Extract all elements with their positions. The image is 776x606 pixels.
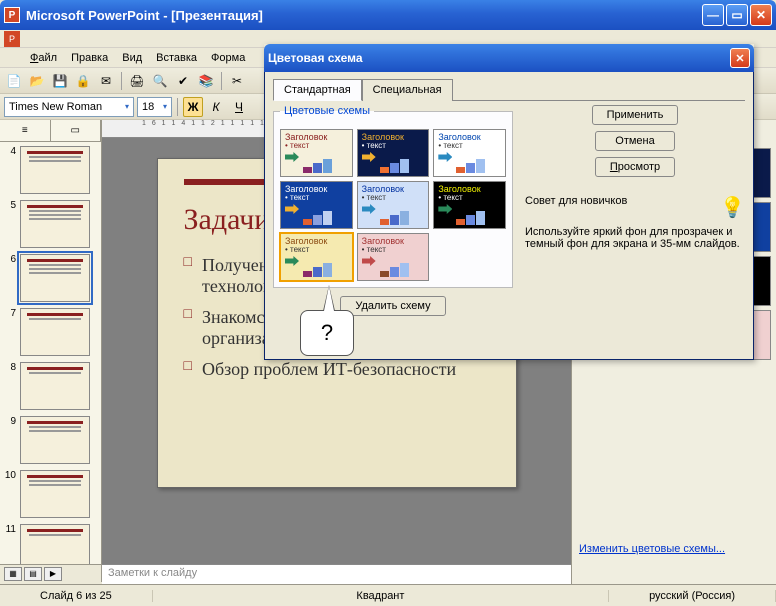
edit-schemes-link[interactable]: Изменить цветовые схемы...	[575, 537, 773, 561]
scheme-swatch-6[interactable]: Заголовок• текст	[433, 181, 506, 229]
scheme-swatch-8[interactable]: Заголовок• текст	[357, 233, 430, 281]
powerpoint-icon: P	[4, 7, 20, 23]
thumb-num: 5	[4, 200, 16, 211]
thumb-num: 7	[4, 308, 16, 319]
slide-thumb-8[interactable]	[20, 362, 90, 410]
minimize-button[interactable]: —	[702, 4, 724, 26]
slide-thumb-7[interactable]	[20, 308, 90, 356]
thumb-num: 10	[4, 470, 16, 481]
thumb-num: 4	[4, 146, 16, 157]
status-slide-num: Слайд 6 из 25	[0, 590, 153, 602]
scheme-swatch-1[interactable]: Заголовок• текст	[280, 129, 353, 177]
status-bar: Слайд 6 из 25 Квадрант русский (Россия)	[0, 584, 776, 606]
thumb-num: 9	[4, 416, 16, 427]
menu-file[interactable]: ФФайлайл	[24, 50, 63, 66]
thumb-num: 11	[4, 524, 16, 535]
slide-thumb-4[interactable]	[20, 146, 90, 194]
status-language: русский (Россия)	[609, 590, 776, 602]
maximize-button[interactable]: ▭	[726, 4, 748, 26]
italic-button[interactable]: К	[206, 97, 226, 117]
scheme-swatch-7[interactable]: Заголовок• текст	[280, 233, 353, 281]
outline-pane: ≡ ▭ 4 5 6 7 8 9 10 11	[0, 120, 102, 564]
spell-icon[interactable]: ✔	[173, 71, 193, 91]
scheme-swatch-5[interactable]: Заголовок• текст	[357, 181, 430, 229]
slide-thumb-5[interactable]	[20, 200, 90, 248]
apply-button[interactable]: Применить	[592, 105, 679, 125]
slide-thumb-6[interactable]	[20, 254, 90, 302]
callout-question-mark: ?	[321, 320, 333, 346]
slideshow-view-icon[interactable]: ▶	[44, 567, 62, 581]
callout-bubble: ?	[300, 310, 354, 356]
help-callout: ?	[300, 310, 354, 356]
underline-button[interactable]: Ч	[229, 97, 249, 117]
window-titlebar: P Microsoft PowerPoint - [Презентация] —…	[0, 0, 776, 30]
cut-icon[interactable]: ✂	[227, 71, 247, 91]
menu-insert[interactable]: Вставка	[150, 50, 203, 66]
new-icon[interactable]: 📄	[4, 71, 24, 91]
scheme-swatch-3[interactable]: Заголовок• текст	[433, 129, 506, 177]
window-title: Microsoft PowerPoint - [Презентация]	[26, 8, 702, 23]
document-icon: P	[4, 31, 20, 47]
dialog-title-text: Цветовая схема	[268, 51, 363, 65]
tip-body: Используйте яркий фон для прозрачек и те…	[525, 226, 745, 250]
slide-thumb-11[interactable]	[20, 524, 90, 564]
schemes-fieldset: Цветовые схемы Заголовок• текст Заголово…	[273, 105, 513, 288]
tab-standard[interactable]: Стандартная	[273, 79, 362, 101]
scheme-swatch-4[interactable]: Заголовок• текст	[280, 181, 353, 229]
thumb-num: 8	[4, 362, 16, 373]
font-size-select[interactable]: 18▾	[137, 97, 172, 117]
schemes-legend: Цветовые схемы	[280, 105, 374, 117]
slide-thumb-9[interactable]	[20, 416, 90, 464]
preview-button[interactable]: Просмотр	[595, 157, 675, 177]
slide-bullet-3[interactable]: Обзор проблем ИТ-безопасности	[184, 359, 490, 380]
slide-thumbnails[interactable]: 4 5 6 7 8 9 10 11	[0, 142, 101, 564]
cancel-button[interactable]: Отмена	[595, 131, 675, 151]
thumb-num: 6	[4, 254, 16, 265]
research-icon[interactable]: 📚	[196, 71, 216, 91]
status-layout: Квадрант	[153, 590, 609, 602]
tip-heading: Совет для новичков	[525, 195, 627, 207]
dialog-close-button[interactable]: ✕	[730, 48, 750, 68]
preview-icon[interactable]: 🔍	[150, 71, 170, 91]
notes-pane[interactable]: Заметки к слайду	[102, 564, 571, 584]
tab-slides[interactable]: ▭	[51, 120, 102, 141]
menu-edit[interactable]: Правка	[65, 50, 114, 66]
tab-custom[interactable]: Специальная	[362, 79, 453, 101]
mail-icon[interactable]: ✉	[96, 71, 116, 91]
save-icon[interactable]: 💾	[50, 71, 70, 91]
scheme-swatch-2[interactable]: Заголовок• текст	[357, 129, 430, 177]
print-icon[interactable]: 🖨	[127, 71, 147, 91]
delete-scheme-button[interactable]: Удалить схему	[340, 296, 445, 316]
dialog-titlebar[interactable]: Цветовая схема ✕	[264, 44, 754, 72]
menu-format[interactable]: Форма	[205, 50, 251, 66]
font-family-select[interactable]: Times New Roman▾	[4, 97, 134, 117]
tab-outline[interactable]: ≡	[0, 120, 51, 141]
close-button[interactable]: ✕	[750, 4, 772, 26]
slide-thumb-10[interactable]	[20, 470, 90, 518]
normal-view-icon[interactable]: ▦	[4, 567, 22, 581]
bold-button[interactable]: Ж	[183, 97, 203, 117]
permission-icon[interactable]: 🔒	[73, 71, 93, 91]
menu-view[interactable]: Вид	[116, 50, 148, 66]
open-icon[interactable]: 📂	[27, 71, 47, 91]
sorter-view-icon[interactable]: ▤	[24, 567, 42, 581]
lightbulb-icon: 💡	[720, 195, 745, 220]
